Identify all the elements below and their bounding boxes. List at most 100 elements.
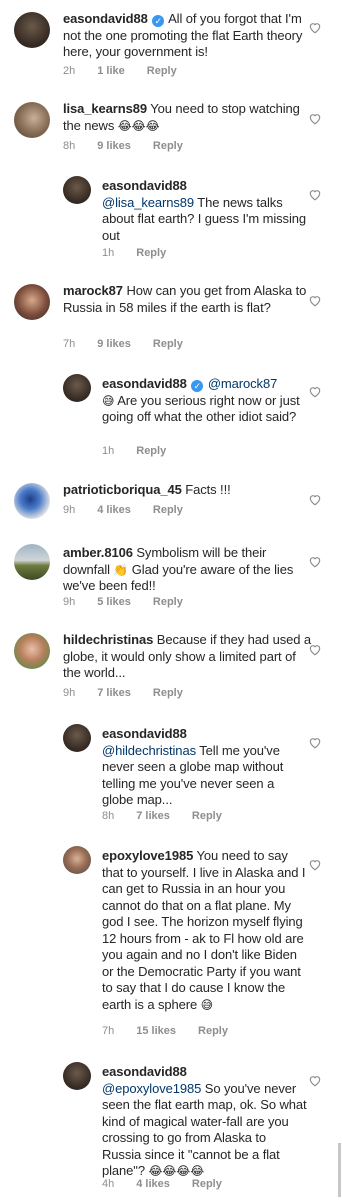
comment-meta: 9h 7 likes Reply [63, 686, 205, 700]
reply-button[interactable]: Reply [136, 247, 166, 259]
heart-outline-icon[interactable] [308, 294, 322, 307]
comment-time: 8h [102, 810, 115, 822]
comment-meta: 8h 9 likes Reply [63, 139, 205, 153]
comment-likes[interactable]: 4 likes [97, 504, 131, 516]
emoji: 😂😂😂 [117, 118, 160, 133]
comment-meta: 7h 15 likes Reply [102, 1024, 250, 1038]
emoji: 😅 [102, 393, 115, 408]
comment-text: lisa_kearns89 You need to stop watching … [63, 101, 313, 134]
heart-outline-icon[interactable] [308, 858, 322, 871]
comment-time: 9h [63, 687, 76, 699]
comment-meta: 4h 4 likes Reply [102, 1177, 244, 1191]
comment-text: easondavid88 @hildechristinas Tell me yo… [102, 726, 307, 809]
reply-button[interactable]: Reply [192, 1178, 222, 1190]
comment-time: 9h [63, 596, 76, 608]
mention-link[interactable]: @hildechristinas [102, 743, 196, 758]
comment-meta: 2h 1 like Reply [63, 64, 199, 78]
avatar[interactable] [63, 846, 91, 874]
reply-button[interactable]: Reply [192, 810, 222, 822]
reply-button[interactable]: Reply [147, 65, 177, 77]
comment-text: epoxylove1985 You need to say that to yo… [102, 848, 307, 1013]
avatar[interactable] [14, 483, 50, 519]
heart-outline-icon[interactable] [308, 112, 322, 125]
comment-likes[interactable]: 1 like [97, 65, 125, 77]
comment-likes[interactable]: 15 likes [136, 1025, 176, 1037]
comment-time: 1h [102, 247, 115, 259]
comment-text: hildechristinas Because if they had used… [63, 632, 313, 682]
comment-username[interactable]: easondavid88 [102, 376, 187, 391]
comment-time: 7h [63, 338, 76, 350]
comment-likes[interactable]: 7 likes [97, 687, 131, 699]
heart-outline-icon[interactable] [308, 555, 322, 568]
mention-link[interactable]: @lisa_kearns89 [102, 195, 194, 210]
comment-username[interactable]: amber.8106 [63, 545, 133, 560]
comment-text: amber.8106 Symbolism will be their downf… [63, 545, 313, 595]
reply-button[interactable]: Reply [153, 596, 183, 608]
heart-outline-icon[interactable] [308, 385, 322, 398]
avatar[interactable] [14, 544, 50, 580]
comment-username[interactable]: epoxylove1985 [102, 848, 193, 863]
scrollbar[interactable] [338, 1143, 341, 1197]
reply-button[interactable]: Reply [153, 140, 183, 152]
comment-time: 9h [63, 504, 76, 516]
comment-likes[interactable]: 5 likes [97, 596, 131, 608]
mention-link[interactable]: @epoxylove1985 [102, 1081, 201, 1096]
avatar[interactable] [14, 12, 50, 48]
comment-username[interactable]: easondavid88 [102, 726, 187, 741]
avatar[interactable] [14, 633, 50, 669]
reply-button[interactable]: Reply [153, 687, 183, 699]
comment-username[interactable]: patrioticboriqua_45 [63, 482, 182, 497]
heart-outline-icon[interactable] [308, 493, 322, 506]
comment-text: easondavid88 @epoxylove1985 So you've ne… [102, 1064, 307, 1180]
mention-link[interactable]: @marock87 [208, 376, 277, 391]
avatar[interactable] [63, 374, 91, 402]
emoji: 😅 [200, 997, 214, 1012]
comment-likes[interactable]: 4 likes [136, 1178, 170, 1190]
comment-time: 4h [102, 1178, 115, 1190]
heart-outline-icon[interactable] [308, 21, 322, 34]
comment-username[interactable]: marock87 [63, 283, 123, 298]
comment-likes[interactable]: 9 likes [97, 140, 131, 152]
comment-username[interactable]: lisa_kearns89 [63, 101, 147, 116]
comment-meta: 1h Reply [102, 444, 188, 458]
comment-likes[interactable]: 9 likes [97, 338, 131, 350]
comment-time: 7h [102, 1025, 115, 1037]
heart-outline-icon[interactable] [308, 643, 322, 656]
comment-likes[interactable]: 7 likes [136, 810, 170, 822]
reply-button[interactable]: Reply [153, 504, 183, 516]
heart-outline-icon[interactable] [308, 736, 322, 749]
verified-badge-icon: ✓ [191, 380, 204, 392]
comment-username[interactable]: easondavid88 [102, 178, 187, 193]
avatar[interactable] [63, 1062, 91, 1090]
comment-meta: 8h 7 likes Reply [102, 809, 244, 823]
comment-meta: 1h Reply [102, 246, 188, 260]
comment-username[interactable]: hildechristinas [63, 632, 153, 647]
comment-time: 2h [63, 65, 76, 77]
comment-meta: 7h 9 likes Reply [63, 337, 205, 351]
verified-badge-icon: ✓ [152, 15, 165, 27]
heart-outline-icon[interactable] [308, 1074, 322, 1087]
comment-body: Facts !!! [185, 482, 231, 497]
comment-text: easondavid88 ✓ All of you forgot that I'… [63, 11, 313, 61]
reply-button[interactable]: Reply [153, 338, 183, 350]
avatar[interactable] [63, 176, 91, 204]
comment-username[interactable]: easondavid88 [63, 11, 148, 26]
comment-body: You need to say that to yourself. I live… [102, 848, 306, 1012]
comment-username[interactable]: easondavid88 [102, 1064, 187, 1079]
comment-meta: 9h 5 likes Reply [63, 595, 205, 609]
avatar[interactable] [14, 284, 50, 320]
reply-button[interactable]: Reply [198, 1025, 228, 1037]
comment-body: Are you serious right now or just going … [102, 392, 300, 425]
comment-text: easondavid88 ✓ @marock87 😅 Are you serio… [102, 376, 307, 426]
reply-button[interactable]: Reply [136, 445, 166, 457]
heart-outline-icon[interactable] [308, 188, 322, 201]
avatar[interactable] [63, 724, 91, 752]
emoji: 👏 [113, 562, 129, 577]
comment-meta: 9h 4 likes Reply [63, 503, 205, 517]
comment-text: marock87 How can you get from Alaska to … [63, 283, 313, 316]
comment-text: patrioticboriqua_45 Facts !!! [63, 482, 313, 499]
avatar[interactable] [14, 102, 50, 138]
comment-text: easondavid88 @lisa_kearns89 The news tal… [102, 178, 307, 244]
comment-time: 8h [63, 140, 76, 152]
emoji: 😂😂😂😂 [148, 1164, 205, 1178]
